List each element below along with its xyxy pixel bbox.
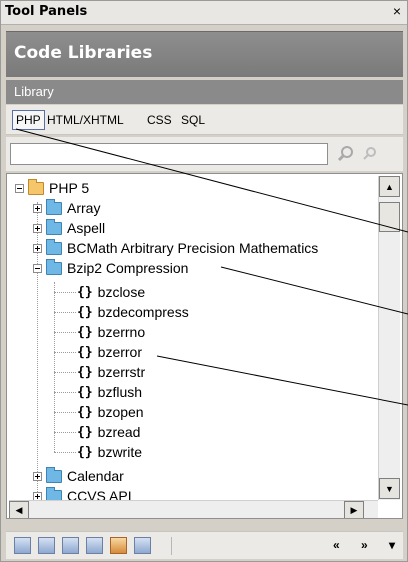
folder-icon	[46, 466, 62, 483]
search-row	[6, 137, 403, 171]
horizontal-scrollbar[interactable]: ◀ ▶	[9, 500, 378, 518]
previous-button[interactable]: «	[333, 538, 340, 552]
scroll-up-icon[interactable]: ▲	[379, 176, 400, 197]
function-icon: {}	[77, 404, 93, 420]
tree-node-root[interactable]: PHP 5	[15, 178, 89, 198]
tree-leaf-function[interactable]: {} bzwrite	[73, 442, 142, 462]
folder-icon	[46, 258, 62, 275]
folder-icon	[28, 178, 44, 195]
collapse-icon[interactable]	[15, 183, 24, 193]
folder-icon	[46, 238, 62, 255]
expand-icon[interactable]	[33, 471, 42, 481]
tree-node[interactable]: Array	[33, 198, 100, 218]
expand-icon[interactable]	[33, 243, 42, 253]
library-tree: PHP 5 Array Aspell BCMath Arbitrary Prec…	[6, 173, 403, 519]
folder-icon	[46, 218, 62, 235]
tree-node[interactable]: BCMath Arbitrary Precision Mathematics	[33, 238, 318, 258]
tree-leaf-function[interactable]: {} bzclose	[73, 282, 145, 302]
code-libraries-header: Code Libraries	[6, 31, 403, 77]
edit-icon[interactable]	[110, 537, 127, 554]
tree-leaf-function[interactable]: {} bzerror	[73, 342, 142, 362]
collapse-icon[interactable]	[33, 263, 42, 273]
library-tabs: PHP HTML/XHTML CSS SQL	[6, 105, 403, 135]
tool-panels-window: Tool Panels × Code Libraries Library PHP…	[0, 0, 408, 562]
tab-html-xhtml[interactable]: HTML/XHTML	[47, 113, 124, 127]
scroll-down-icon[interactable]: ▼	[379, 478, 400, 499]
import-icon[interactable]	[62, 537, 79, 554]
function-icon: {}	[77, 364, 93, 380]
folder-icon	[46, 198, 62, 215]
title-bar: Tool Panels ×	[1, 1, 407, 25]
tree-leaf-function[interactable]: {} bzread	[73, 422, 140, 442]
next-button[interactable]: »	[361, 538, 368, 552]
tree-leaf-function[interactable]: {} bzerrstr	[73, 362, 145, 382]
panel-title: Tool Panels	[5, 4, 88, 19]
tab-css[interactable]: CSS	[147, 113, 172, 127]
tree-leaf-function[interactable]: {} bzdecompress	[73, 302, 189, 322]
vertical-scrollbar[interactable]: ▲ ▼	[378, 176, 400, 500]
bottom-toolbar: « » ▾	[6, 531, 403, 559]
function-icon: {}	[77, 444, 93, 460]
find-next-icon[interactable]	[360, 144, 380, 164]
expand-icon[interactable]	[33, 203, 42, 213]
function-icon: {}	[77, 324, 93, 340]
library-bar: Library	[6, 80, 403, 104]
expand-icon[interactable]	[33, 223, 42, 233]
tree-leaf-function[interactable]: {} bzflush	[73, 382, 142, 402]
menu-dropdown-icon[interactable]: ▾	[389, 538, 395, 552]
function-icon: {}	[77, 344, 93, 360]
tab-sql[interactable]: SQL	[181, 113, 205, 127]
scroll-right-icon[interactable]: ▶	[344, 501, 364, 518]
function-icon: {}	[77, 384, 93, 400]
scroll-thumb[interactable]	[379, 202, 400, 232]
tree-connector	[54, 282, 55, 452]
delete-icon[interactable]	[134, 537, 151, 554]
tree-node[interactable]: Aspell	[33, 218, 105, 238]
close-icon[interactable]: ×	[393, 3, 401, 19]
insert-icon[interactable]	[14, 537, 31, 554]
tree-node[interactable]: Calendar	[33, 466, 124, 486]
tree-leaf-function[interactable]: {} bzopen	[73, 402, 144, 422]
function-icon: {}	[77, 424, 93, 440]
function-icon: {}	[77, 304, 93, 320]
tab-php[interactable]: PHP	[12, 110, 45, 130]
tree-node-expanded[interactable]: Bzip2 Compression	[33, 258, 188, 278]
header-title: Code Libraries	[14, 43, 153, 63]
function-icon: {}	[77, 284, 93, 300]
tree-leaf-function[interactable]: {} bzerrno	[73, 322, 145, 342]
search-input[interactable]	[10, 143, 328, 165]
library-label: Library	[14, 84, 54, 99]
toolbar-separator	[171, 537, 172, 555]
search-icon[interactable]	[336, 144, 356, 164]
export-icon[interactable]	[86, 537, 103, 554]
scroll-left-icon[interactable]: ◀	[9, 501, 29, 518]
new-item-icon[interactable]	[38, 537, 55, 554]
